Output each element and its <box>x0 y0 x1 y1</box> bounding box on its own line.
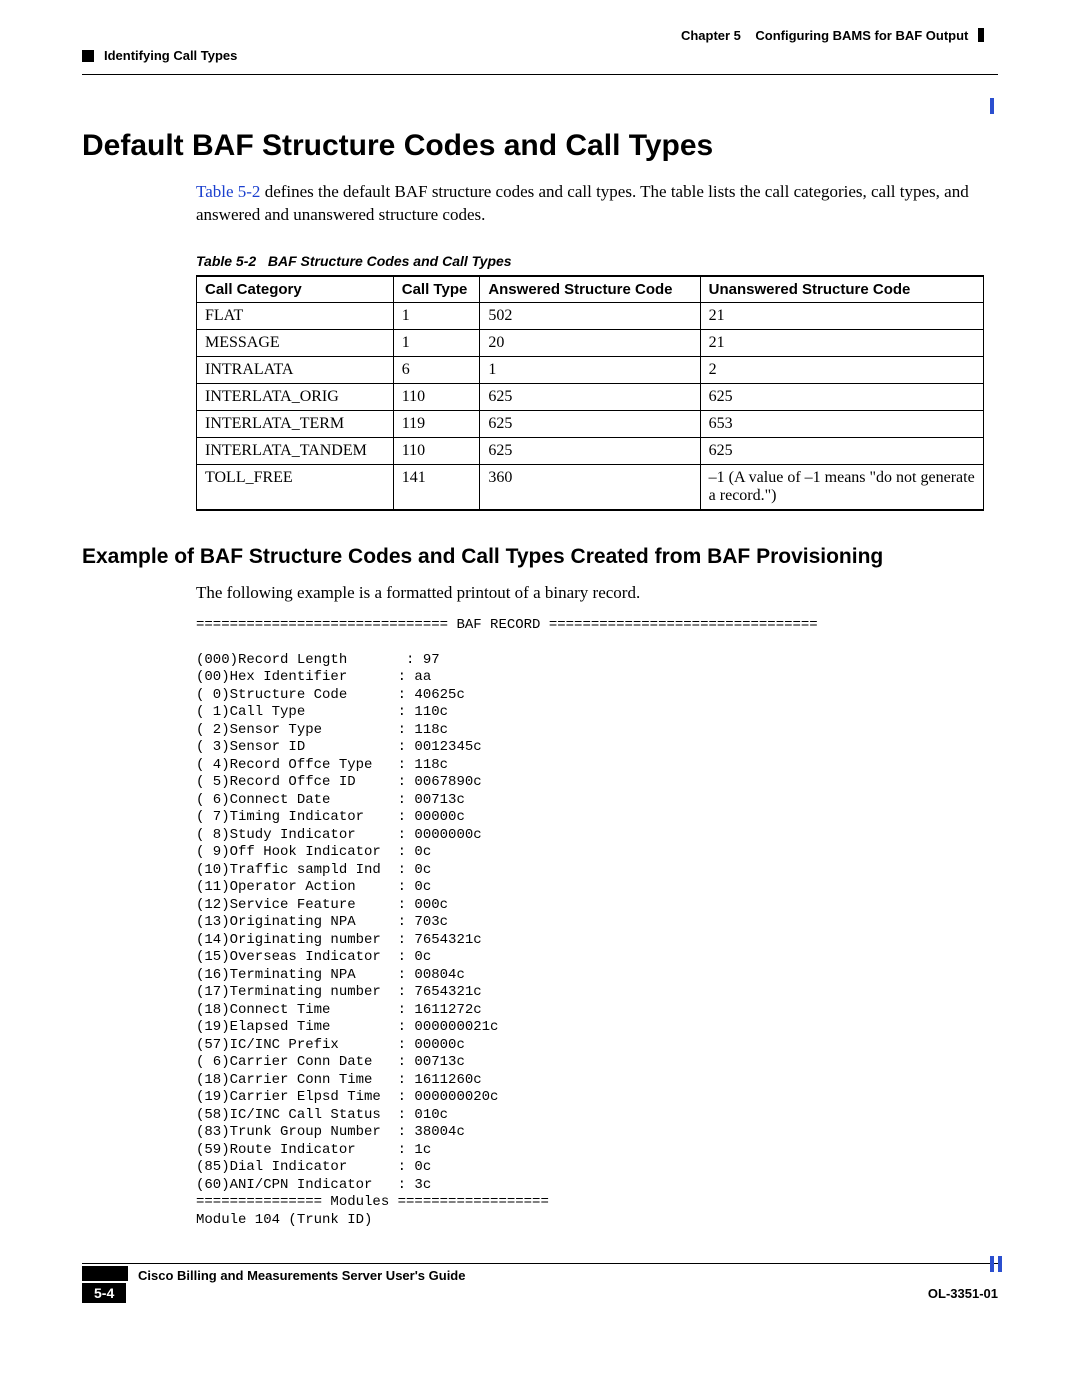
col-call-type: Call Type <box>393 276 480 303</box>
table-cell: 6 <box>393 356 480 383</box>
table-cell: 119 <box>393 410 480 437</box>
table-cell: INTERLATA_ORIG <box>197 383 394 410</box>
header-rule <box>82 74 998 75</box>
table-row: TOLL_FREE141360–1 (A value of –1 means "… <box>197 464 984 510</box>
intro-text: defines the default BAF structure codes … <box>196 182 969 224</box>
change-bar-icon <box>998 1256 1002 1272</box>
table-row: INTERLATA_ORIG110625625 <box>197 383 984 410</box>
document-id: OL-3351-01 <box>928 1286 998 1301</box>
table-cell: TOLL_FREE <box>197 464 394 510</box>
example-lead: The following example is a formatted pri… <box>196 583 984 603</box>
table-cell: 110 <box>393 383 480 410</box>
table-cell: MESSAGE <box>197 329 394 356</box>
table-cell: 21 <box>700 329 983 356</box>
table-cell: INTERLATA_TANDEM <box>197 437 394 464</box>
footer-guide-title: Cisco Billing and Measurements Server Us… <box>138 1268 465 1283</box>
table-cell: FLAT <box>197 302 394 329</box>
table-header-row: Call Category Call Type Answered Structu… <box>197 276 984 303</box>
table-cell: INTRALATA <box>197 356 394 383</box>
col-unanswered-code: Unanswered Structure Code <box>700 276 983 303</box>
table-cell: 360 <box>480 464 700 510</box>
chapter-title: Configuring BAMS for BAF Output <box>755 28 968 43</box>
table-caption-title: BAF Structure Codes and Call Types <box>268 253 512 269</box>
table-cell: 141 <box>393 464 480 510</box>
table-cell: 625 <box>700 437 983 464</box>
table-cell: 1 <box>393 329 480 356</box>
table-row: INTERLATA_TERM119625653 <box>197 410 984 437</box>
table-caption: Table 5-2 BAF Structure Codes and Call T… <box>196 253 984 269</box>
table-cell: 653 <box>700 410 983 437</box>
baf-structure-table: Call Category Call Type Answered Structu… <box>196 275 984 511</box>
table-cross-reference[interactable]: Table 5-2 <box>196 182 260 201</box>
table-caption-label: Table 5-2 <box>196 253 256 269</box>
table-cell: –1 (A value of –1 means "do not generate… <box>700 464 983 510</box>
table-cell: 110 <box>393 437 480 464</box>
change-bar-icon <box>990 98 994 114</box>
baf-record-listing: ============================== BAF RECOR… <box>196 617 984 1230</box>
page-header: Chapter 5 Configuring BAMS for BAF Outpu… <box>82 28 998 56</box>
page-number: 5-4 <box>82 1283 126 1303</box>
example-subheading: Example of BAF Structure Codes and Call … <box>82 545 984 569</box>
table-cell: 20 <box>480 329 700 356</box>
table-cell: 625 <box>480 410 700 437</box>
table-cell: 1 <box>393 302 480 329</box>
col-answered-code: Answered Structure Code <box>480 276 700 303</box>
table-cell: 625 <box>480 383 700 410</box>
table-cell: 2 <box>700 356 983 383</box>
table-row: INTRALATA612 <box>197 356 984 383</box>
page-footer: Cisco Billing and Measurements Server Us… <box>0 1263 1080 1306</box>
table-cell: 1 <box>480 356 700 383</box>
table-cell: 502 <box>480 302 700 329</box>
footer-rule <box>82 1263 998 1264</box>
table-row: FLAT150221 <box>197 302 984 329</box>
table-cell: 21 <box>700 302 983 329</box>
footer-bar-icon <box>82 1266 128 1281</box>
section-title: Identifying Call Types <box>104 48 237 63</box>
section-row: Identifying Call Types <box>82 48 237 63</box>
table-cell: 625 <box>700 383 983 410</box>
chapter-number: Chapter 5 <box>681 28 741 43</box>
page-title: Default BAF Structure Codes and Call Typ… <box>82 129 998 163</box>
square-bullet-icon <box>82 50 94 62</box>
header-end-bar-icon <box>978 28 984 42</box>
table-row: INTERLATA_TANDEM110625625 <box>197 437 984 464</box>
intro-paragraph: Table 5-2 defines the default BAF struct… <box>196 181 984 227</box>
col-call-category: Call Category <box>197 276 394 303</box>
table-row: MESSAGE12021 <box>197 329 984 356</box>
table-cell: 625 <box>480 437 700 464</box>
chapter-label-row: Chapter 5 Configuring BAMS for BAF Outpu… <box>681 28 984 43</box>
table-cell: INTERLATA_TERM <box>197 410 394 437</box>
